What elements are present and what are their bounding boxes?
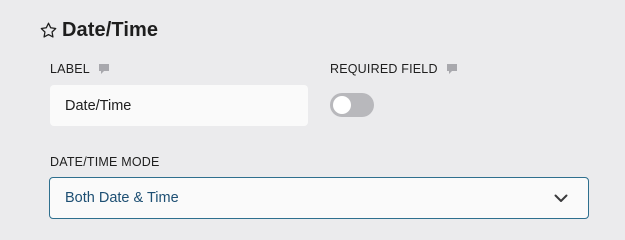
field-settings-panel: Date/Time LABEL Date/Time REQUIRED FIELD… xyxy=(0,0,625,240)
label-field-label: LABEL xyxy=(50,61,110,77)
label-input[interactable]: Date/Time xyxy=(50,85,308,126)
comment-bubble-icon[interactable] xyxy=(98,63,110,75)
date-time-mode-label-text: DATE/TIME MODE xyxy=(50,155,160,169)
date-time-mode-selected-value: Both Date & Time xyxy=(65,190,179,206)
star-outline-icon[interactable] xyxy=(38,20,58,40)
required-field-label: REQUIRED FIELD xyxy=(330,61,458,77)
section-header: Date/Time xyxy=(38,17,158,43)
toggle-knob xyxy=(333,96,351,114)
date-time-mode-select[interactable]: Both Date & Time xyxy=(49,177,589,219)
date-time-mode-label: DATE/TIME MODE xyxy=(50,154,160,170)
required-field-label-text: REQUIRED FIELD xyxy=(330,62,438,76)
label-input-value: Date/Time xyxy=(65,97,132,114)
comment-bubble-icon[interactable] xyxy=(446,63,458,75)
section-title: Date/Time xyxy=(62,18,159,41)
required-field-toggle[interactable] xyxy=(330,93,374,117)
label-field-label-text: LABEL xyxy=(50,62,90,76)
chevron-down-icon[interactable] xyxy=(553,190,569,206)
